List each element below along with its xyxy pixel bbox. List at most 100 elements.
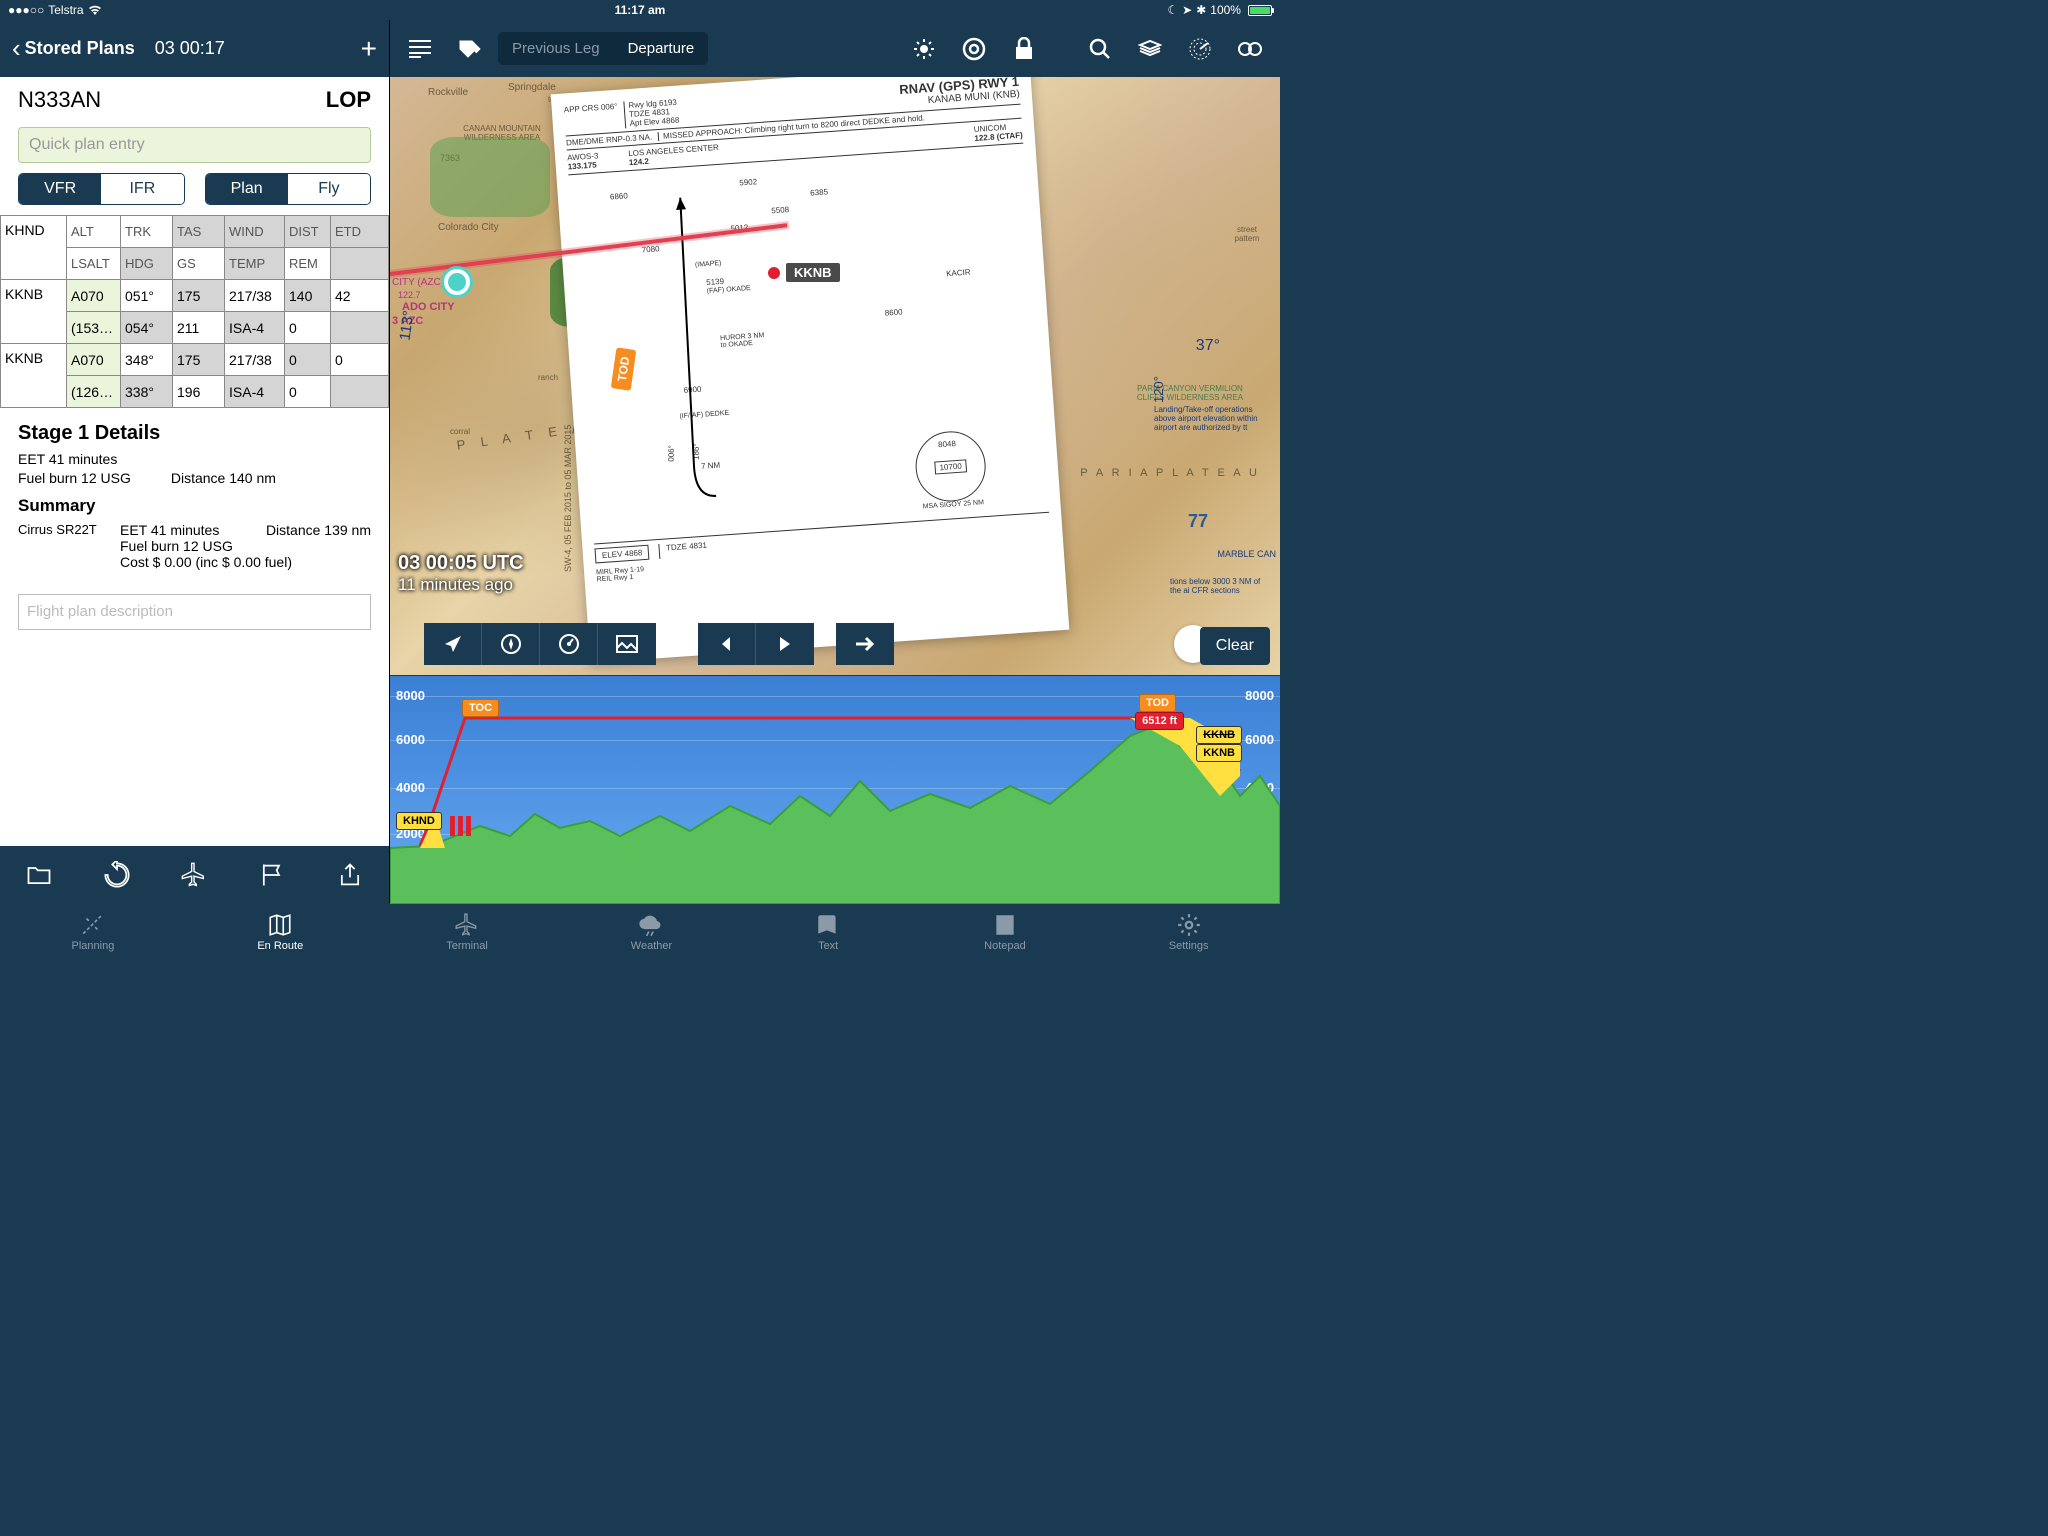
back-label: Stored Plans (25, 38, 135, 59)
carrier-label: Telstra (48, 3, 83, 17)
help-icon[interactable] (952, 27, 996, 71)
leg-segmented[interactable]: Previous Leg Departure (498, 32, 708, 65)
stage-fuel: Fuel burn 12 USG (18, 470, 131, 486)
cell: ISA-4 (225, 312, 285, 344)
stage-title: Stage 1 Details (18, 422, 371, 445)
plan-segment[interactable]: Plan (206, 174, 288, 204)
waypoint-cell[interactable]: KKNB (1, 280, 67, 344)
gear-icon (1176, 912, 1202, 938)
prev-arrow-icon[interactable] (698, 623, 756, 665)
search-icon[interactable] (1078, 27, 1122, 71)
prev-leg-button[interactable]: Previous Leg (498, 32, 614, 65)
toc-badge: TOC (462, 699, 499, 717)
description-input[interactable]: Flight plan description (18, 594, 371, 630)
left-bottom-toolbar (0, 846, 389, 903)
cell: 348° (121, 344, 173, 376)
map-view[interactable]: Rockville Springdale Colorado City ADO C… (390, 77, 1280, 675)
cell[interactable]: A070 (67, 280, 121, 312)
tab-terminal[interactable]: Terminal (446, 912, 488, 952)
aircraft-type: Cirrus SR22T (18, 522, 110, 570)
book-icon (815, 912, 841, 938)
tab-weather[interactable]: Weather (631, 912, 672, 952)
sum-eet: EET 41 minutes (120, 522, 266, 538)
planning-icon (80, 912, 106, 938)
note-icon (992, 912, 1018, 938)
next-arrow-icon[interactable] (836, 623, 894, 665)
settings-gears-icon[interactable] (1228, 27, 1272, 71)
col-etd: ETD (331, 216, 389, 248)
tab-notepad[interactable]: Notepad (984, 912, 1026, 952)
cell: 211 (173, 312, 225, 344)
ifr-segment[interactable]: IFR (101, 174, 183, 204)
airplane-icon (454, 912, 480, 938)
compass-icon[interactable] (482, 623, 540, 665)
aircraft-id[interactable]: N333AN (18, 87, 101, 113)
cell: 196 (173, 376, 225, 408)
cell[interactable]: (126… (67, 376, 121, 408)
fly-segment[interactable]: Fly (288, 174, 370, 204)
battery-percent: 100% (1210, 3, 1241, 17)
tab-planning[interactable]: Planning (72, 912, 115, 952)
status-bar: ●●●○○ Telstra 11:17 am ☾ ➤ ✱ 100% (0, 0, 1280, 20)
alt-badge: 6512 ft (1135, 712, 1184, 730)
vertical-profile[interactable]: 8000 6000 4000 2000 8000 6000 4000 2000 (390, 675, 1280, 903)
cell: 0 (331, 344, 389, 376)
locate-icon[interactable] (424, 623, 482, 665)
add-plan-button[interactable]: + (361, 33, 377, 65)
cell[interactable]: A070 (67, 344, 121, 376)
tags-icon[interactable] (448, 27, 492, 71)
waypoint-cell[interactable]: KHND (1, 216, 67, 280)
vfr-ifr-segmented[interactable]: VFR IFR (18, 173, 185, 205)
airplane-icon[interactable] (180, 861, 208, 889)
col-dist: DIST (285, 216, 331, 248)
col-rem: REM (285, 248, 331, 280)
plan-fly-segmented[interactable]: Plan Fly (205, 173, 372, 205)
image-icon[interactable] (598, 623, 656, 665)
cell: 140 (285, 280, 331, 312)
flight-plan-table: KHND ALT TRK TAS WIND DIST ETD LSALT HDG… (0, 215, 389, 408)
aircraft-position-icon (444, 269, 470, 295)
power-mode[interactable]: LOP (326, 87, 371, 113)
list-icon[interactable] (398, 27, 442, 71)
col-lsalt: LSALT (67, 248, 121, 280)
play-icon[interactable] (756, 623, 814, 665)
share-icon[interactable] (336, 861, 364, 889)
cell: 0 (285, 376, 331, 408)
sum-fuel: Fuel burn 12 USG (120, 538, 371, 554)
col-alt: ALT (67, 216, 121, 248)
departure-button[interactable]: Departure (614, 32, 709, 65)
waypoint-marker[interactable]: KKNB (766, 263, 840, 282)
folder-icon[interactable] (25, 861, 53, 889)
sum-cost: Cost $ 0.00 (inc $ 0.00 fuel) (120, 554, 371, 570)
gauge-icon[interactable] (540, 623, 598, 665)
bottom-tab-bar: Planning En Route Terminal Weather Text … (0, 903, 1280, 960)
col-gs: GS (173, 248, 225, 280)
waypoint-cell[interactable]: KKNB (1, 344, 67, 408)
status-time: 11:17 am (429, 3, 850, 17)
vfr-segment[interactable]: VFR (19, 174, 101, 204)
tab-enroute[interactable]: En Route (257, 912, 303, 952)
back-button[interactable]: ‹ Stored Plans (12, 33, 135, 64)
stage-dist: Distance 140 nm (171, 470, 276, 486)
cell: 051° (121, 280, 173, 312)
refresh-icon[interactable] (103, 861, 131, 889)
clear-button[interactable]: Clear (1200, 627, 1270, 665)
cell: 0 (285, 312, 331, 344)
tab-settings[interactable]: Settings (1169, 912, 1209, 952)
layers-icon[interactable] (1128, 27, 1172, 71)
tab-text[interactable]: Text (815, 912, 841, 952)
flag-icon[interactable] (258, 861, 286, 889)
col-temp: TEMP (225, 248, 285, 280)
radar-icon[interactable] (1178, 27, 1222, 71)
col-trk: TRK (121, 216, 173, 248)
summary-title: Summary (18, 496, 371, 516)
signal-dots-icon: ●●●○○ (8, 3, 44, 17)
cell: 217/38 (225, 344, 285, 376)
cell[interactable]: (153… (67, 312, 121, 344)
quick-plan-input[interactable]: Quick plan entry (18, 127, 371, 163)
lock-icon[interactable] (1002, 27, 1046, 71)
map-bottom-toolbar (424, 623, 894, 665)
stage-details: Stage 1 Details EET 41 minutes Fuel burn… (0, 408, 389, 584)
brightness-icon[interactable] (902, 27, 946, 71)
moon-icon: ☾ (1167, 3, 1178, 17)
